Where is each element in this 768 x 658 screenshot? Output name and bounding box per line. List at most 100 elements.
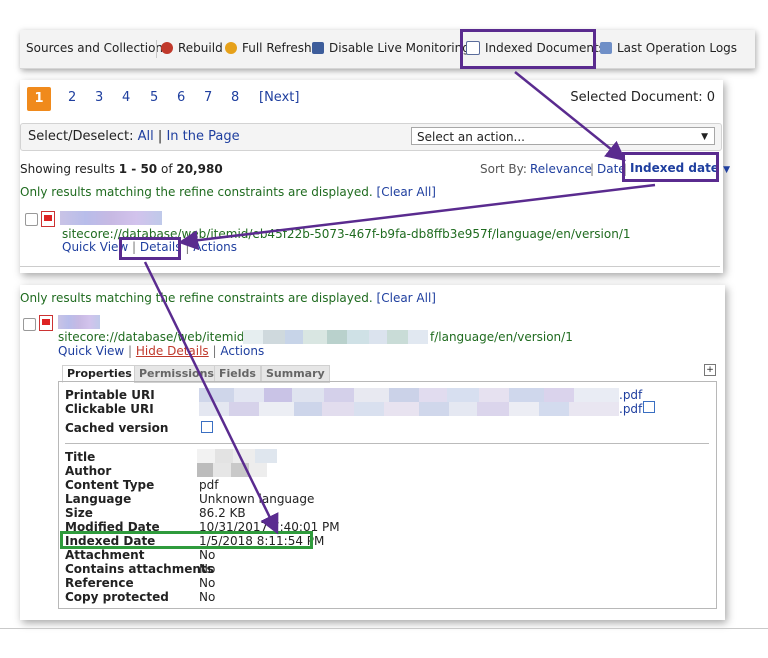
sort-by: Sort By: xyxy=(480,162,527,176)
reference-label: Reference xyxy=(65,576,134,590)
rebuild-label: Rebuild xyxy=(178,41,223,55)
external-link-icon[interactable] xyxy=(643,401,655,413)
chevron-down-icon: ▼ xyxy=(723,165,731,175)
reference-value: No xyxy=(199,576,216,590)
annotation-box-indexed-date-row xyxy=(60,531,313,549)
cached-version-link-icon[interactable] xyxy=(201,421,213,433)
refresh-icon xyxy=(225,42,237,54)
toolbar: Sources and Collections Rebuild Full Ref… xyxy=(20,30,755,69)
printable-uri-redacted xyxy=(199,388,619,402)
next-page-link[interactable]: [Next] xyxy=(259,90,299,105)
action-select-value: Select an action... xyxy=(417,130,525,144)
page-5-link[interactable]: 5 xyxy=(150,90,158,105)
select-deselect-label: Select/Deselect: xyxy=(28,129,134,144)
clickable-uri-link[interactable]: .pdf xyxy=(619,402,642,416)
full-refresh-label: Full Refresh xyxy=(242,41,312,55)
detail-refine-notice: Only results matching the refine constra… xyxy=(20,291,436,305)
copy-protected-value: No xyxy=(199,590,216,604)
clickable-uri-redacted xyxy=(199,402,619,416)
properties-divider xyxy=(65,443,709,444)
sources-collections-label: Sources and Collections xyxy=(26,41,170,55)
result-checkbox[interactable] xyxy=(25,213,38,226)
language-label: Language xyxy=(65,492,132,506)
properties-panel: Printable URI .pdf Clickable URI .pdf Ca… xyxy=(58,381,717,609)
detail-url-prefix: sitecore://database/web/itemid/ xyxy=(58,330,249,344)
last-operation-logs-button[interactable]: Last Operation Logs xyxy=(600,41,737,55)
title-redacted xyxy=(197,449,277,463)
full-refresh-button[interactable]: Full Refresh xyxy=(225,41,312,55)
actions-link[interactable]: Actions xyxy=(220,344,264,358)
page-6-link[interactable]: 6 xyxy=(177,90,185,105)
clear-all-link[interactable]: [Clear All] xyxy=(377,185,436,199)
results-total: 20,980 xyxy=(176,162,223,176)
monitor-icon xyxy=(312,42,324,54)
detail-clear-all-link[interactable]: [Clear All] xyxy=(377,291,436,305)
detail-refine-text: Only results matching the refine constra… xyxy=(20,291,373,305)
selected-document-count: Selected Document: 0 xyxy=(570,90,715,105)
toolbar-separator xyxy=(156,40,157,58)
page-7-link[interactable]: 7 xyxy=(204,90,212,105)
content-type-value: pdf xyxy=(199,478,219,492)
size-value: 86.2 KB xyxy=(199,506,246,520)
pdf-icon xyxy=(39,315,53,331)
refine-text: Only results matching the refine constra… xyxy=(20,185,373,199)
quick-view-link[interactable]: Quick View xyxy=(58,344,124,358)
clickable-uri-label: Clickable URI xyxy=(65,402,154,416)
contains-attachments-label: Contains attachments xyxy=(65,562,214,576)
detail-result-checkbox[interactable] xyxy=(23,318,36,331)
select-deselect: Select/Deselect: All | In the Page xyxy=(28,129,240,144)
detail-title-redacted[interactable] xyxy=(58,315,100,329)
select-divider: | xyxy=(157,129,163,144)
attachment-value: No xyxy=(199,548,216,562)
cached-version-label: Cached version xyxy=(65,421,169,435)
title-label: Title xyxy=(65,450,96,464)
sort-divider: | xyxy=(590,162,595,176)
sort-by-label: Sort By: xyxy=(480,162,527,176)
page-bottom-border xyxy=(0,628,768,629)
action-select[interactable]: Select an action... ▼ xyxy=(411,127,715,145)
select-in-page-link[interactable]: In the Page xyxy=(166,129,239,144)
detail-url-redacted xyxy=(243,330,428,344)
printable-uri-label: Printable URI xyxy=(65,388,155,402)
result-title-redacted[interactable] xyxy=(60,211,162,225)
language-value: Unknown language xyxy=(199,492,315,506)
hide-details-link[interactable]: Hide Details xyxy=(136,344,209,358)
results-range: 1 - 50 xyxy=(118,162,158,176)
chevron-down-icon: ▼ xyxy=(701,132,708,142)
attachment-label: Attachment xyxy=(65,548,145,562)
annotation-box-details xyxy=(119,237,181,260)
expand-button[interactable]: + xyxy=(704,364,716,376)
detail-url-suffix: f/language/en/version/1 xyxy=(430,330,573,344)
page-2-link[interactable]: 2 xyxy=(68,90,76,105)
annotation-box-indexed-date xyxy=(622,152,719,182)
last-operation-logs-label: Last Operation Logs xyxy=(617,41,738,55)
sort-relevance-link[interactable]: Relevance xyxy=(530,162,592,176)
log-icon xyxy=(600,42,612,54)
annotation-box-indexed-documents xyxy=(460,29,596,69)
results-of: of xyxy=(157,162,177,176)
page-3-link[interactable]: 3 xyxy=(95,90,103,105)
result-divider xyxy=(20,266,720,267)
actions-link[interactable]: Actions xyxy=(193,240,237,254)
sources-collections-button[interactable]: Sources and Collections xyxy=(26,41,169,55)
refine-notice: Only results matching the refine constra… xyxy=(20,185,436,199)
results-summary: Showing results 1 - 50 of 20,980 xyxy=(20,162,223,176)
disable-live-monitoring-label: Disable Live Monitoring xyxy=(329,41,470,55)
author-redacted xyxy=(197,463,267,477)
content-type-label: Content Type xyxy=(65,478,155,492)
select-bar: Select/Deselect: All | In the Page Selec… xyxy=(20,123,722,151)
detail-actions: Quick View | Hide Details | Actions xyxy=(58,344,265,358)
copy-protected-label: Copy protected xyxy=(65,590,169,604)
rebuild-icon xyxy=(161,42,173,54)
page-8-link[interactable]: 8 xyxy=(231,90,239,105)
rebuild-button[interactable]: Rebuild xyxy=(161,41,223,55)
pdf-icon xyxy=(41,211,55,227)
size-label: Size xyxy=(65,506,93,520)
printable-uri-link[interactable]: .pdf xyxy=(619,388,642,402)
author-label: Author xyxy=(65,464,112,478)
page-4-link[interactable]: 4 xyxy=(122,90,130,105)
page-1-button[interactable]: 1 xyxy=(27,87,51,111)
results-prefix: Showing results xyxy=(20,162,119,176)
disable-live-monitoring-button[interactable]: Disable Live Monitoring xyxy=(312,41,470,55)
select-all-link[interactable]: All xyxy=(138,129,154,144)
